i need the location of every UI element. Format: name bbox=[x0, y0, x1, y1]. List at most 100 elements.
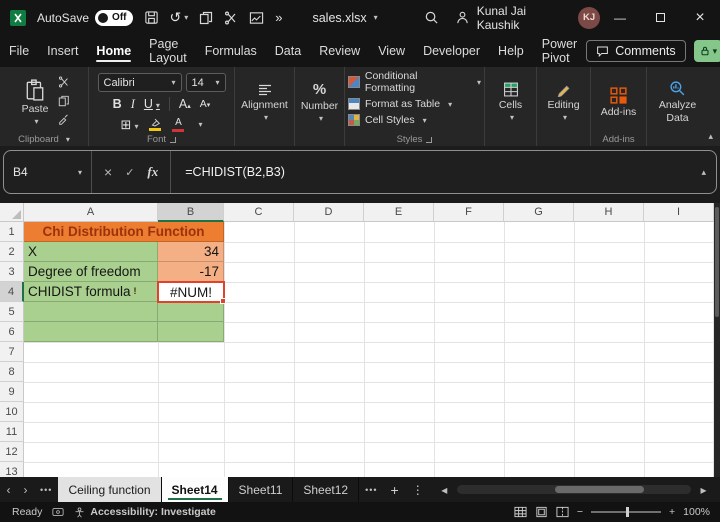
normal-view-icon[interactable] bbox=[514, 506, 527, 518]
decrease-font-button[interactable]: A ▾ bbox=[200, 98, 211, 110]
undo-button[interactable]: ↺ ▾ bbox=[170, 9, 189, 26]
alignment-button[interactable]: Alignment ▾ bbox=[237, 71, 292, 133]
cells-button[interactable]: Cells ▾ bbox=[495, 71, 526, 133]
cell-a1-title[interactable]: Chi Distribution Function bbox=[24, 222, 224, 242]
row-header-2[interactable]: 2 bbox=[0, 242, 24, 262]
close-button[interactable]: × bbox=[680, 0, 720, 35]
row-header-9[interactable]: 9 bbox=[0, 382, 24, 402]
tab-insert[interactable]: Insert bbox=[38, 35, 87, 67]
cut-button[interactable] bbox=[58, 76, 70, 88]
sheet-next-button[interactable]: › bbox=[17, 483, 34, 497]
bold-button[interactable]: B bbox=[113, 97, 122, 111]
more-sheets-left[interactable]: ••• bbox=[34, 485, 58, 495]
maximize-button[interactable] bbox=[640, 0, 680, 35]
tab-home[interactable]: Home bbox=[87, 35, 140, 67]
share-button[interactable]: ▾ bbox=[693, 40, 720, 62]
scroll-right-button[interactable]: ▸ bbox=[695, 483, 712, 497]
row-header-12[interactable]: 12 bbox=[0, 442, 24, 462]
accessibility-status[interactable]: Accessibility: Investigate bbox=[74, 506, 216, 518]
sheet-tab-sheet12[interactable]: Sheet12 bbox=[293, 477, 360, 502]
tab-review[interactable]: Review bbox=[310, 35, 369, 67]
zoom-out-button[interactable]: − bbox=[577, 506, 583, 518]
number-format-button[interactable]: % Number ▾ bbox=[297, 71, 342, 133]
italic-button[interactable]: I bbox=[131, 97, 135, 112]
autosave-switch[interactable]: Off bbox=[95, 9, 133, 26]
row-header-5[interactable]: 5 bbox=[0, 302, 24, 322]
vertical-scrollbar-thumb[interactable] bbox=[715, 207, 719, 317]
vertical-scrollbar[interactable] bbox=[714, 203, 720, 477]
cell-styles-button[interactable]: Cell Styles ▾ bbox=[348, 114, 427, 126]
cancel-button[interactable]: × bbox=[104, 164, 112, 180]
sheet-tab-sheet14[interactable]: Sheet14 bbox=[161, 477, 229, 502]
copy-button[interactable] bbox=[199, 11, 213, 25]
column-header-b[interactable]: B bbox=[158, 203, 224, 222]
cell-b6[interactable] bbox=[158, 322, 224, 342]
underline-button[interactable]: U ▾ bbox=[144, 97, 160, 111]
tab-view[interactable]: View bbox=[369, 35, 414, 67]
more-commands-button[interactable]: » bbox=[275, 10, 282, 25]
name-box[interactable]: B4 ▾ bbox=[4, 151, 92, 193]
minimize-button[interactable]: — bbox=[600, 0, 640, 35]
enter-button[interactable]: ✓ bbox=[125, 166, 134, 179]
copy-button[interactable] bbox=[58, 95, 70, 107]
cell-b5[interactable] bbox=[158, 302, 224, 322]
column-header-f[interactable]: F bbox=[434, 203, 504, 222]
row-header-4[interactable]: 4 bbox=[0, 282, 24, 302]
format-as-table-button[interactable]: Format as Table ▾ bbox=[348, 98, 452, 110]
row-header-11[interactable]: 11 bbox=[0, 422, 24, 442]
column-header-e[interactable]: E bbox=[364, 203, 434, 222]
save-icon[interactable] bbox=[144, 10, 159, 25]
zoom-slider-thumb[interactable] bbox=[626, 507, 629, 517]
new-sheet-button[interactable]: + bbox=[384, 482, 406, 498]
tab-power-pivot[interactable]: Power Pivot bbox=[533, 35, 586, 67]
font-size-select[interactable]: 14 ▾ bbox=[185, 73, 226, 92]
horizontal-scrollbar[interactable] bbox=[456, 485, 691, 494]
column-header-c[interactable]: C bbox=[224, 203, 294, 222]
cell-b2[interactable]: 34 bbox=[158, 242, 224, 262]
tab-page-layout[interactable]: Page Layout bbox=[140, 35, 196, 67]
zoom-in-button[interactable]: + bbox=[669, 506, 675, 518]
insert-function-button[interactable]: fx bbox=[147, 164, 158, 180]
search-icon[interactable] bbox=[424, 10, 439, 25]
more-sheets-right[interactable]: ••• bbox=[359, 485, 383, 495]
cell-b4-active[interactable]: #NUM! bbox=[158, 282, 224, 302]
column-header-d[interactable]: D bbox=[294, 203, 364, 222]
account-button[interactable]: Kunal Jai Kaushik KJ bbox=[455, 4, 600, 32]
avatar[interactable]: KJ bbox=[578, 6, 600, 29]
formula-bar-collapse-button[interactable]: ▴ bbox=[701, 151, 716, 193]
column-header-i[interactable]: I bbox=[644, 203, 714, 222]
cell-a6[interactable] bbox=[24, 322, 158, 342]
analyze-data-button[interactable]: Analyze Data bbox=[650, 71, 706, 133]
row-header-8[interactable]: 8 bbox=[0, 362, 24, 382]
macro-record-icon[interactable] bbox=[52, 507, 64, 517]
column-header-a[interactable]: A bbox=[24, 203, 158, 222]
fill-color-button[interactable] bbox=[149, 118, 162, 132]
cell-a2[interactable]: X bbox=[24, 242, 158, 262]
cut-button[interactable] bbox=[224, 11, 238, 25]
editing-button[interactable]: Editing ▾ bbox=[543, 71, 583, 133]
cell-a3[interactable]: Degree of freedom bbox=[24, 262, 158, 282]
horizontal-scrollbar-thumb[interactable] bbox=[555, 486, 645, 493]
file-name-menu[interactable]: sales.xlsx ▾ bbox=[312, 11, 377, 25]
sheet-options-kebab[interactable]: ⋮ bbox=[406, 483, 430, 497]
page-layout-view-icon[interactable] bbox=[535, 506, 548, 518]
comments-button[interactable]: Comments bbox=[586, 40, 686, 62]
font-color-button[interactable]: A bbox=[172, 117, 185, 133]
page-break-view-icon[interactable] bbox=[556, 506, 569, 518]
increase-font-button[interactable]: A ▴ bbox=[179, 97, 191, 111]
sheet-tab-sheet11[interactable]: Sheet11 bbox=[229, 477, 294, 502]
autosave-toggle[interactable]: AutoSave Off bbox=[37, 9, 133, 26]
cell-a5[interactable] bbox=[24, 302, 158, 322]
fill-handle[interactable] bbox=[220, 298, 226, 304]
row-header-1[interactable]: 1 bbox=[0, 222, 24, 242]
column-header-g[interactable]: G bbox=[504, 203, 574, 222]
column-header-h[interactable]: H bbox=[574, 203, 644, 222]
tab-help[interactable]: Help bbox=[489, 35, 533, 67]
select-all-button[interactable] bbox=[0, 203, 24, 222]
cell-b3[interactable]: -17 bbox=[158, 262, 224, 282]
format-painter-button[interactable] bbox=[58, 114, 70, 126]
borders-button[interactable]: ⊞ ▾ bbox=[121, 117, 139, 133]
picture-button[interactable] bbox=[249, 11, 264, 25]
sheet-prev-button[interactable]: ‹ bbox=[0, 483, 17, 497]
row-header-3[interactable]: 3 bbox=[0, 262, 24, 282]
